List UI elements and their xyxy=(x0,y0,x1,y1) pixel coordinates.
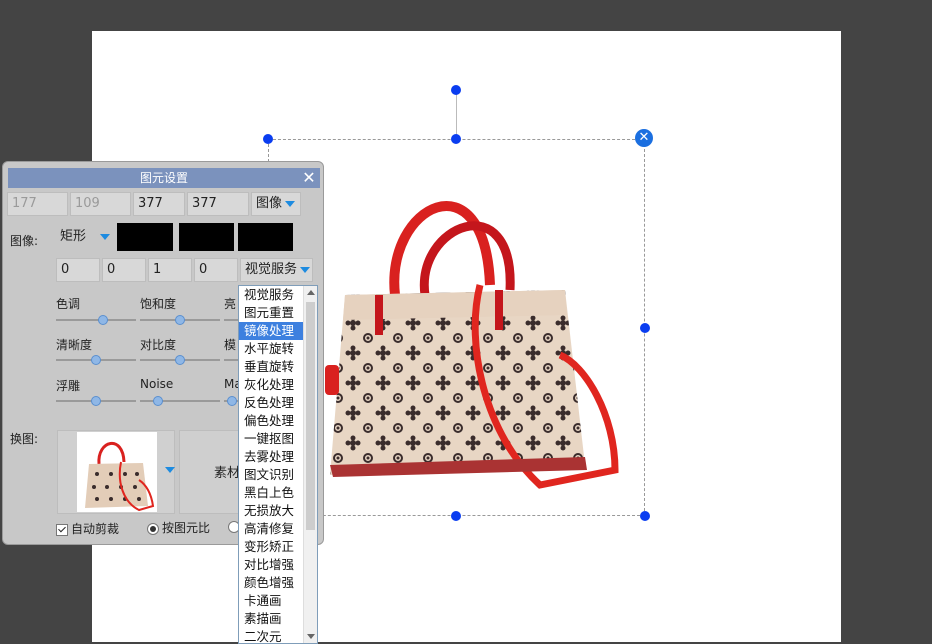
effect-dropdown-list[interactable]: 视觉服务 图元重置 镜像处理 水平旋转 垂直旋转 灰化处理 反色处理 偏色处理 … xyxy=(238,285,318,644)
dropdown-item[interactable]: 图文识别 xyxy=(239,466,304,484)
dropdown-item[interactable]: 黑白上色 xyxy=(239,484,304,502)
effect-field-1[interactable]: 0 xyxy=(56,258,100,282)
by-ratio-label: 按图元比 xyxy=(162,521,211,535)
width-field[interactable]: 377 xyxy=(133,192,185,216)
slider-label-saturation: 饱和度 xyxy=(140,297,177,311)
x-field[interactable]: 177 xyxy=(7,192,68,216)
dropdown-item[interactable]: 变形矫正 xyxy=(239,538,304,556)
slider-knob[interactable] xyxy=(153,396,163,406)
dropdown-item[interactable]: 高清修复 xyxy=(239,520,304,538)
image-thumbnail-frame[interactable] xyxy=(57,430,175,514)
auto-crop-checkbox[interactable] xyxy=(56,523,68,536)
shape-select-value: 矩形 xyxy=(60,229,87,244)
dropdown-item-selected[interactable]: 镜像处理 xyxy=(239,322,304,340)
dropdown-item[interactable]: 一键抠图 xyxy=(239,430,304,448)
handbag-thumbnail xyxy=(77,432,157,512)
blur-slider[interactable] xyxy=(224,359,239,361)
replace-image-label: 换图: xyxy=(10,432,39,446)
dropdown-item[interactable]: 灰化处理 xyxy=(239,376,304,394)
resize-handle-top-left[interactable] xyxy=(263,134,273,144)
brightness-slider[interactable] xyxy=(224,319,239,321)
effect-field-3[interactable]: 1 xyxy=(148,258,192,282)
by-ratio-radio[interactable] xyxy=(147,522,159,535)
slider-label-brightness: 亮 xyxy=(224,297,237,311)
close-icon[interactable]: ✕ xyxy=(301,170,317,186)
resize-handle-bottom[interactable] xyxy=(451,511,461,521)
chevron-down-icon xyxy=(285,200,296,207)
selection-box[interactable] xyxy=(268,139,645,516)
slider-knob[interactable] xyxy=(91,355,101,365)
dropdown-item[interactable]: 卡通画 xyxy=(239,592,304,610)
panel-title-bar: 图元设置 ✕ xyxy=(8,168,320,188)
hue-slider[interactable] xyxy=(56,315,136,325)
contrast-slider[interactable] xyxy=(140,355,220,365)
dropdown-item[interactable]: 对比增强 xyxy=(239,556,304,574)
slider-knob[interactable] xyxy=(98,315,108,325)
auto-crop-option[interactable]: 自动剪裁 xyxy=(56,520,119,537)
dropdown-item[interactable]: 偏色处理 xyxy=(239,412,304,430)
effect-field-2[interactable]: 0 xyxy=(102,258,146,282)
emboss-slider[interactable] xyxy=(56,396,136,406)
slider-knob[interactable] xyxy=(91,396,101,406)
dropdown-item[interactable]: 垂直旋转 xyxy=(239,358,304,376)
resize-handle-right[interactable] xyxy=(640,323,650,333)
scroll-up-icon[interactable] xyxy=(307,290,315,295)
chevron-down-icon xyxy=(300,266,311,273)
color-swatch-3[interactable] xyxy=(238,223,293,251)
rotate-handle[interactable] xyxy=(451,85,461,95)
dropdown-item[interactable]: 图元重置 xyxy=(239,304,304,322)
resize-handle-bottom-right[interactable] xyxy=(640,511,650,521)
image-label: 图像: xyxy=(10,234,39,248)
slider-knob[interactable] xyxy=(175,355,185,365)
mode-select[interactable]: 图像 xyxy=(251,192,301,216)
shape-select[interactable]: 矩形 xyxy=(56,226,116,250)
effect-select[interactable]: 视觉服务 xyxy=(240,258,313,282)
height-field[interactable]: 377 xyxy=(187,192,249,216)
saturation-slider[interactable] xyxy=(140,315,220,325)
panel-title: 图元设置 xyxy=(139,171,188,185)
material-button[interactable]: 素材 xyxy=(179,430,241,514)
dropdown-item[interactable]: 视觉服务 xyxy=(239,286,304,304)
slider-label-hue: 色调 xyxy=(56,297,81,311)
slider-label-emboss: 浮雕 xyxy=(56,379,81,393)
chevron-down-icon xyxy=(100,233,111,240)
chevron-down-icon[interactable] xyxy=(165,467,175,473)
dropdown-item[interactable]: 无损放大 xyxy=(239,502,304,520)
rotation-connector xyxy=(456,90,457,139)
slider-label-contrast: 对比度 xyxy=(140,338,177,352)
dropdown-item[interactable]: 颜色增强 xyxy=(239,574,304,592)
slider-knob[interactable] xyxy=(227,396,237,406)
material-label: 素材 xyxy=(214,466,241,481)
slider-label-blur: 模 xyxy=(224,338,237,352)
scroll-down-icon[interactable] xyxy=(307,634,315,639)
noise-slider[interactable] xyxy=(140,396,220,406)
delete-element-icon[interactable]: ✕ xyxy=(635,129,653,147)
effect-select-value: 视觉服务 xyxy=(245,262,298,277)
dropdown-item[interactable]: 反色处理 xyxy=(239,394,304,412)
scrollbar-thumb[interactable] xyxy=(306,302,315,530)
slider-label-noise: Noise xyxy=(140,377,174,391)
auto-crop-label: 自动剪裁 xyxy=(71,522,120,536)
color-swatch-1[interactable] xyxy=(117,223,173,251)
by-ratio-option[interactable]: 按图元比 xyxy=(147,519,210,536)
effect-field-4[interactable]: 0 xyxy=(194,258,238,282)
y-field[interactable]: 109 xyxy=(70,192,131,216)
slider-knob[interactable] xyxy=(175,315,185,325)
dropdown-item[interactable]: 去雾处理 xyxy=(239,448,304,466)
resize-handle-top[interactable] xyxy=(451,134,461,144)
ma-slider[interactable] xyxy=(224,396,239,406)
dropdown-scrollbar[interactable] xyxy=(303,286,317,643)
sharpness-slider[interactable] xyxy=(56,355,136,365)
slider-label-sharpness: 清晰度 xyxy=(56,338,93,352)
mode-select-value: 图像 xyxy=(256,196,283,211)
dropdown-item[interactable]: 水平旋转 xyxy=(239,340,304,358)
dropdown-item[interactable]: 素描画 xyxy=(239,610,304,628)
color-swatch-2[interactable] xyxy=(179,223,234,251)
